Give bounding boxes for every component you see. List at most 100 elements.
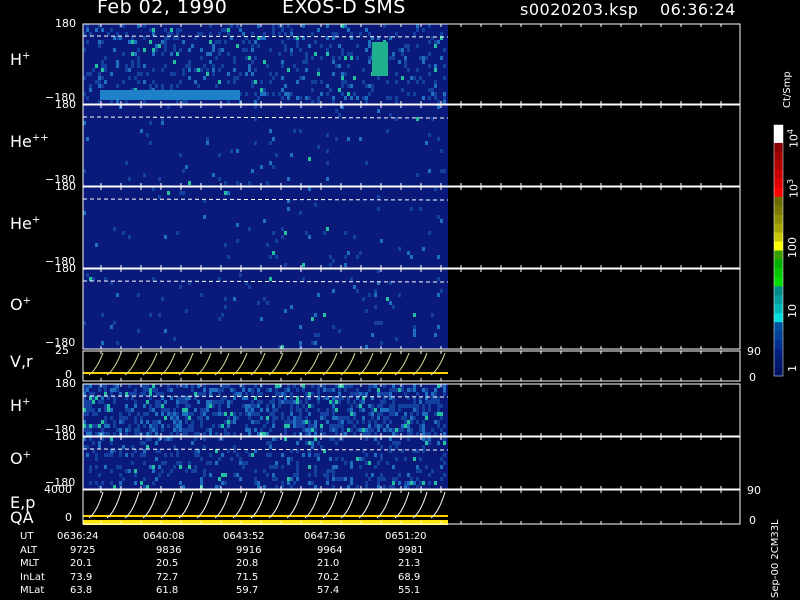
spectrogram-cell: [131, 392, 134, 396]
panel-label-he2: He++: [10, 131, 49, 151]
spectrogram-cell: [428, 432, 431, 436]
spectrogram-cell: [200, 416, 203, 420]
panel-label-o2: O+: [10, 449, 31, 468]
spectrogram-cell: [437, 40, 440, 44]
trace-curve: [232, 352, 248, 376]
spectrogram-cell: [137, 329, 140, 333]
spectrogram-cell: [356, 420, 359, 424]
spectrogram-cell: [317, 453, 320, 457]
trace-curve: [394, 491, 410, 519]
spectrogram-cell: [416, 469, 419, 473]
spectrogram-cell: [308, 465, 311, 469]
spectrogram-cell: [356, 485, 359, 489]
spectrogram-cell: [317, 68, 320, 72]
spectrogram-cell: [92, 392, 95, 396]
spectrogram-cell: [260, 88, 263, 92]
trace-curve: [88, 491, 104, 519]
spectrogram-cell: [131, 408, 134, 412]
spectrogram-cell: [338, 64, 341, 68]
spectrogram-cell: [119, 416, 122, 420]
spectrogram-cell: [338, 416, 341, 420]
spectrogram-cell: [176, 404, 179, 408]
spectrogram-cell: [272, 231, 275, 235]
spectrogram-cell: [377, 321, 380, 325]
spectrogram-cell: [386, 96, 389, 100]
trace-curve: [394, 352, 410, 376]
spectrogram-cell: [242, 404, 245, 408]
spectrogram-cell: [380, 457, 383, 461]
spectrogram-cell: [101, 68, 104, 72]
spectrogram-cell: [326, 227, 329, 231]
spectrogram-cell: [287, 481, 290, 485]
spectrogram-cell: [86, 273, 89, 277]
spectrogram-cell: [173, 445, 176, 449]
trace-curve: [88, 352, 104, 376]
spectrogram-cell: [323, 416, 326, 420]
spectrogram-cell: [332, 396, 335, 400]
trace-curve: [196, 352, 212, 376]
spectrogram-cell: [197, 400, 200, 404]
spectrogram-cell: [107, 408, 110, 412]
spectrogram-cell: [242, 40, 245, 44]
colorbar-swatch: [774, 196, 783, 207]
spectrogram-cell: [209, 473, 212, 477]
spectrogram-cell: [188, 68, 191, 72]
spectrogram-cell: [296, 44, 299, 48]
spectrogram-cell: [110, 437, 113, 441]
spectrogram-cell: [278, 404, 281, 408]
spectrogram-cell: [419, 76, 422, 80]
spectrogram-cell: [374, 384, 377, 388]
spectrogram-cell: [365, 28, 368, 32]
spectrogram-cell: [434, 96, 437, 100]
spectrogram-cell: [383, 416, 386, 420]
spectrogram-cell: [125, 68, 128, 72]
spectrogram-cell: [86, 412, 89, 416]
spectrogram-cell: [284, 428, 287, 432]
spectrogram-cell: [185, 384, 188, 388]
spectrogram-cell: [218, 40, 221, 44]
spectrogram-cell: [407, 404, 410, 408]
y-tick-top: 4000: [44, 483, 72, 496]
spectrogram-cell: [224, 28, 227, 32]
spectrogram-cell: [290, 404, 293, 408]
spectrogram-cell: [434, 187, 437, 191]
spectrogram-cell: [401, 404, 404, 408]
spectrogram-cell: [392, 485, 395, 489]
spectrogram-cell: [95, 457, 98, 461]
spectrogram-cell: [335, 428, 338, 432]
spectrogram-cell: [305, 60, 308, 64]
spectrogram-cell: [188, 428, 191, 432]
spectrogram-cell: [332, 400, 335, 404]
spectrogram-cell: [350, 404, 353, 408]
spectrogram-cell: [248, 453, 251, 457]
spectrogram-cell: [296, 400, 299, 404]
spectrogram-cell: [149, 40, 152, 44]
spectrogram-cell: [89, 465, 92, 469]
spectrogram-cell: [179, 465, 182, 469]
spectrogram-cell: [92, 424, 95, 428]
spectrogram-cell: [326, 52, 329, 56]
spectrogram-cell: [86, 28, 89, 32]
spectrogram-cell: [302, 60, 305, 64]
spectrogram-cell: [410, 412, 413, 416]
spectrogram-cell: [290, 52, 293, 56]
spectrogram-cell: [440, 465, 443, 469]
spectrogram-cell: [359, 392, 362, 396]
spectrogram-cell: [296, 424, 299, 428]
spectrogram-cell: [212, 412, 215, 416]
spectrogram-cell: [203, 473, 206, 477]
spectrogram-cell: [425, 392, 428, 396]
spectrogram-cell: [155, 412, 158, 416]
spectrogram-cell: [434, 68, 437, 72]
spectrogram-cell: [194, 68, 197, 72]
spectrogram-cell: [305, 420, 308, 424]
spectrogram-cell: [302, 263, 305, 267]
spectrogram-cell: [443, 384, 446, 388]
spectrogram-cell: [86, 388, 89, 392]
spectrogram-cell: [350, 481, 353, 485]
spectrogram-cell: [332, 477, 335, 481]
spectrogram-cell: [392, 384, 395, 388]
spectrogram-cell: [212, 424, 215, 428]
spectrogram-cell: [146, 445, 149, 449]
spectrogram-cell: [362, 400, 365, 404]
